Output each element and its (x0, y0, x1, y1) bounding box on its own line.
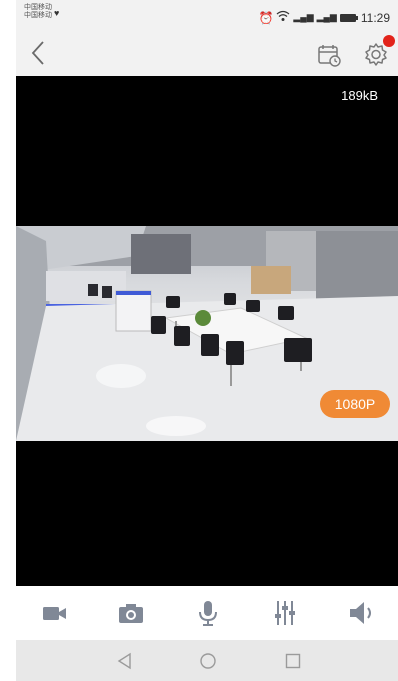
notification-dot (383, 35, 395, 47)
status-bar: 中国移动 中国移动 ♥ ⏰ ▂▄▆ ▂▄▆ 11:29 (16, 0, 398, 34)
playback-calendar-button[interactable] (316, 42, 342, 68)
system-recents-button[interactable] (282, 650, 304, 672)
heart-icon: ♥ (54, 8, 60, 18)
record-button[interactable] (40, 598, 70, 628)
triangle-back-icon (117, 652, 131, 670)
signal-icon: ▂▄▆ (316, 12, 337, 22)
system-back-button[interactable] (114, 650, 136, 672)
speaker-icon (350, 602, 371, 624)
signal-icon: ▂▄▆ (293, 12, 314, 22)
microphone-button[interactable] (193, 598, 223, 628)
circle-home-icon (200, 653, 216, 669)
alarm-icon: ⏰ (258, 10, 274, 25)
camera-icon (119, 604, 143, 623)
bitrate-label: 189kB (341, 88, 378, 103)
calendar-icon (318, 45, 341, 67)
microphone-icon (199, 601, 217, 626)
app-header (16, 34, 398, 76)
resolution-button[interactable]: 1080P (320, 390, 390, 418)
video-player[interactable]: 189kB 1080P (16, 76, 398, 586)
sliders-icon (275, 601, 295, 625)
square-recents-icon (285, 653, 301, 669)
video-camera-icon (43, 607, 66, 620)
back-button[interactable] (28, 38, 58, 72)
wifi-icon (276, 10, 290, 25)
image-settings-button[interactable] (270, 598, 300, 628)
battery-icon (339, 13, 358, 22)
speaker-button[interactable] (346, 598, 376, 628)
carrier-label: 中国移动 中国移动 (24, 4, 52, 19)
status-indicators: ⏰ ▂▄▆ ▂▄▆ 11:29 (258, 10, 390, 25)
system-home-button[interactable] (197, 650, 219, 672)
system-navigation-bar (16, 640, 398, 681)
clock: 11:29 (360, 10, 390, 25)
snapshot-button[interactable] (116, 598, 146, 628)
chevron-left-icon (31, 41, 44, 65)
control-toolbar (16, 586, 398, 640)
